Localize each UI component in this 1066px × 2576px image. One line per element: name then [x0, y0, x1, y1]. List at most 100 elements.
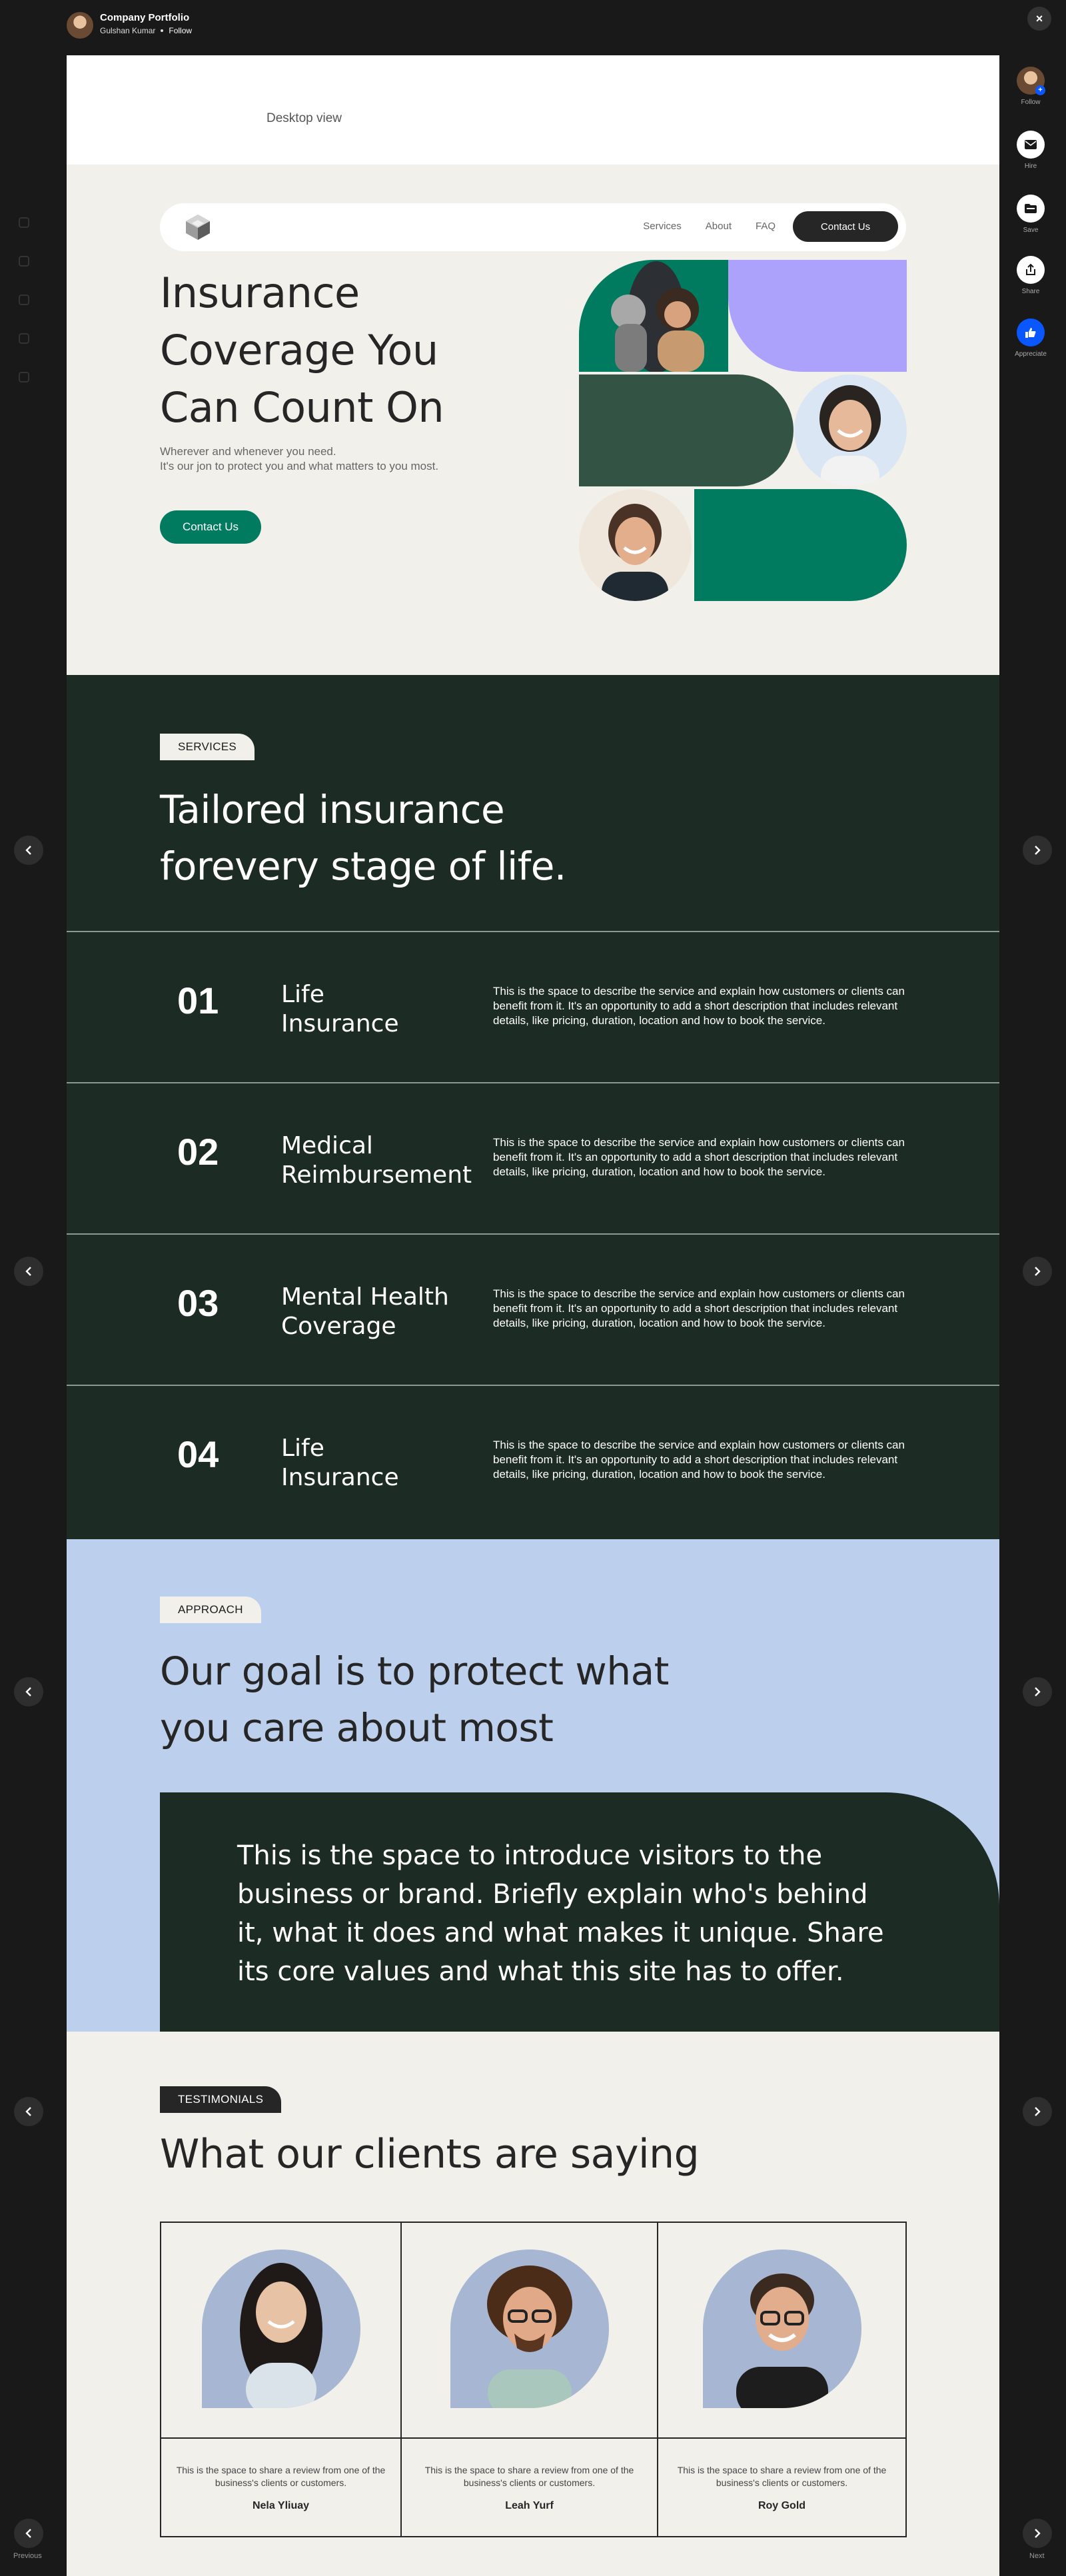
next-arrow-button[interactable]: [1023, 2097, 1052, 2126]
testimonial-card: This is the space to share a review from…: [161, 2223, 402, 2536]
services-section: SERVICES Tailored insurance forevery sta…: [67, 675, 999, 1539]
client-portrait: [486, 2265, 572, 2408]
testimonial-quote: This is the space to share a review from…: [677, 2465, 887, 2488]
service-row[interactable]: 02 Medical Reimbursement This is the spac…: [67, 1082, 999, 1233]
testimonials-grid: This is the space to share a review from…: [160, 2222, 907, 2537]
card-divider: [658, 2437, 905, 2439]
hero-section: Services About FAQ Contact Us Insurance …: [67, 165, 999, 675]
share-icon: [1026, 264, 1035, 275]
client-portrait: [239, 2263, 322, 2408]
approach-title-line: Our goal is to protect what: [160, 1648, 669, 1694]
ghost-icon: [19, 295, 29, 305]
ghost-item: [19, 319, 29, 358]
service-name-line: Life: [281, 1435, 324, 1462]
service-name: Medical Reimbursement: [281, 1131, 481, 1190]
previous-arrow-button[interactable]: [14, 1677, 43, 1706]
appreciate-button[interactable]: [1017, 319, 1045, 346]
rail-hire[interactable]: Hire: [1014, 131, 1047, 170]
ghost-item: [19, 358, 29, 396]
purple-tile: [728, 260, 907, 372]
hero-contact-button[interactable]: Contact Us: [160, 510, 261, 544]
logo-icon[interactable]: [184, 213, 212, 241]
service-row[interactable]: 01 Life Insurance This is the space to de…: [67, 931, 999, 1082]
next-project-button[interactable]: [1023, 2519, 1052, 2548]
share-button[interactable]: [1017, 256, 1045, 284]
green-rounded-tile: [694, 489, 907, 601]
project-title: Company Portfolio: [100, 12, 190, 23]
nav-link-faq[interactable]: FAQ: [756, 221, 776, 232]
nav-link-services[interactable]: Services: [643, 221, 682, 232]
hire-button[interactable]: [1017, 131, 1045, 159]
service-description: This is the space to describe the servic…: [493, 1136, 905, 1178]
previous-arrow-button[interactable]: [14, 1257, 43, 1286]
service-name: Life Insurance: [281, 980, 481, 1039]
owner-info: Gulshan Kumar Follow: [100, 26, 192, 35]
folder-icon: [1025, 204, 1037, 213]
project-canvas: Desktop view Services About FAQ Contact …: [67, 55, 999, 2576]
service-name-line: Coverage: [281, 1313, 396, 1340]
client-portrait: [736, 2273, 828, 2408]
previous-arrow-button[interactable]: [14, 2097, 43, 2126]
nav-link-about[interactable]: About: [706, 221, 732, 232]
next-arrow-button[interactable]: [1023, 1257, 1052, 1286]
service-number: 01: [177, 979, 219, 1021]
hero-title: Insurance Coverage You Can Count On: [160, 269, 444, 432]
ghost-icon: [19, 333, 29, 344]
follow-link[interactable]: Follow: [169, 26, 192, 35]
service-description: This is the space to describe the servic…: [493, 1287, 905, 1329]
service-row[interactable]: 03 Mental Health Coverage This is the spa…: [67, 1233, 999, 1385]
service-number: 04: [177, 1433, 219, 1475]
services-title-line: forevery stage of life.: [160, 844, 566, 889]
service-name-line: Life: [281, 981, 324, 1008]
service-name: Mental Health Coverage: [281, 1283, 481, 1341]
mail-icon: [1025, 140, 1037, 149]
hero-subtitle-line: It's our jon to protect you and what mat…: [160, 460, 439, 472]
background-sidebar: [19, 203, 29, 396]
service-name-line: Insurance: [281, 1010, 399, 1037]
testimonial-quote: This is the space to share a review from…: [176, 2465, 386, 2488]
services-title: Tailored insurance forevery stage of lif…: [160, 782, 566, 895]
client-photo: [201, 2250, 360, 2408]
service-number: 03: [177, 1282, 219, 1324]
card-divider: [161, 2437, 400, 2439]
approach-tag: APPROACH: [160, 1597, 261, 1623]
close-button[interactable]: ×: [1027, 7, 1051, 31]
rail-appreciate[interactable]: Appreciate: [1014, 319, 1047, 358]
client-name: Roy Gold: [758, 2500, 806, 2511]
approach-title-line: you care about most: [160, 1705, 554, 1750]
rail-save[interactable]: Save: [1014, 195, 1047, 234]
nav-links: Services About FAQ: [643, 221, 776, 232]
testimonial-card: This is the space to share a review from…: [658, 2223, 905, 2536]
site-navbar: Services About FAQ Contact Us: [160, 203, 906, 251]
owner-name[interactable]: Gulshan Kumar: [100, 26, 155, 35]
chevron-right-icon: [1035, 1687, 1041, 1696]
save-button[interactable]: [1017, 195, 1045, 223]
next-arrow-button[interactable]: [1023, 836, 1052, 865]
chevron-left-icon: [25, 1687, 31, 1696]
services-title-line: Tailored insurance: [160, 787, 505, 832]
desktop-view-label: Desktop view: [266, 111, 342, 125]
testimonial-quote: This is the space to share a review from…: [424, 2465, 634, 2488]
rail-follow[interactable]: + Follow: [1014, 67, 1047, 106]
owner-avatar[interactable]: [67, 12, 93, 39]
service-name-line: Medical: [281, 1132, 373, 1159]
chevron-right-icon: [1035, 2529, 1041, 2538]
man-photo: [579, 489, 692, 601]
ghost-icon: [19, 372, 29, 382]
follow-avatar-button[interactable]: +: [1017, 67, 1045, 95]
chevron-left-icon: [25, 1267, 31, 1276]
service-row[interactable]: 04 Life Insurance This is the space to de…: [67, 1385, 999, 1536]
couple-illustration: [611, 261, 704, 372]
hero-subtitle-line: Wherever and whenever you need.: [160, 445, 336, 458]
next-arrow-button[interactable]: [1023, 1677, 1052, 1706]
next-label[interactable]: Next: [1029, 2552, 1045, 2560]
nav-contact-button[interactable]: Contact Us: [793, 211, 898, 242]
rail-share[interactable]: Share: [1014, 256, 1047, 295]
service-name-line: Reimbursement: [281, 1161, 472, 1189]
testimonials-tag: TESTIMONIALS: [160, 2086, 282, 2113]
approach-body: This is the space to introduce visitors …: [237, 1840, 884, 1987]
previous-label[interactable]: Previous: [13, 2552, 42, 2560]
woman-portrait: [819, 385, 881, 486]
previous-arrow-button[interactable]: [14, 836, 43, 865]
previous-project-button[interactable]: [14, 2519, 43, 2548]
